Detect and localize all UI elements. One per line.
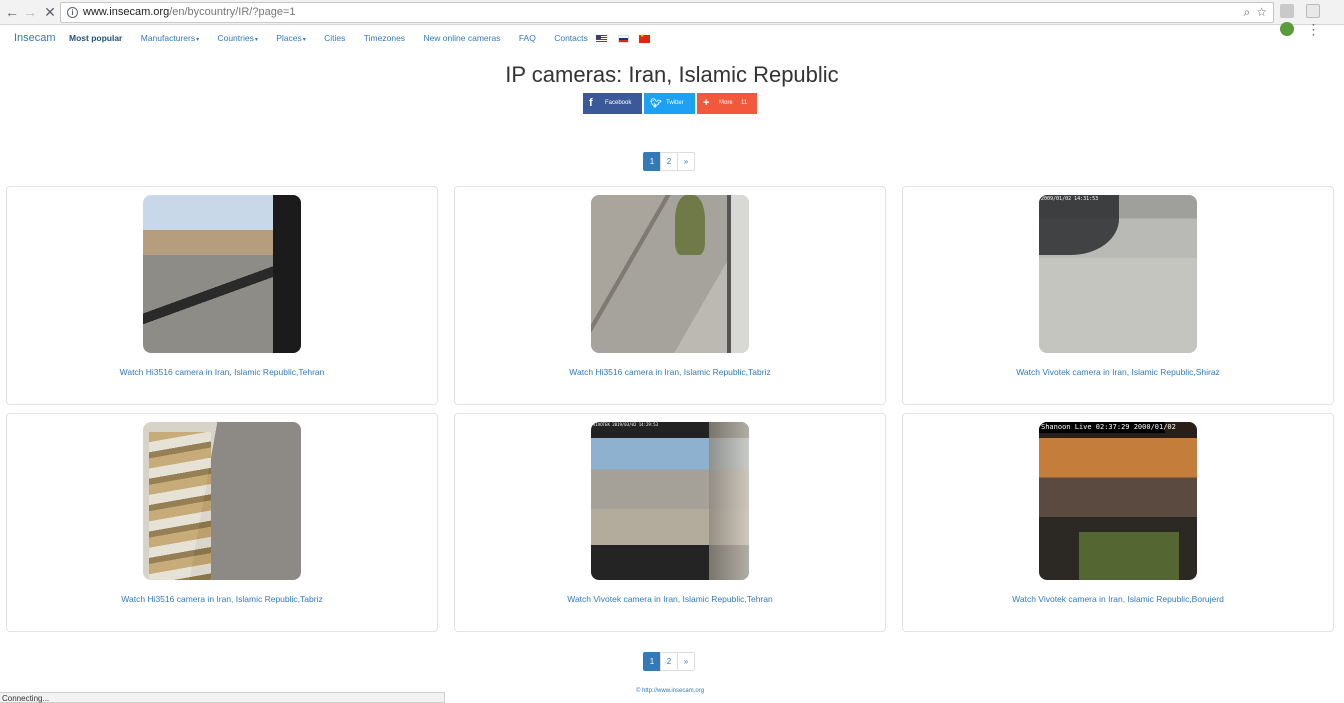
ru-flag-icon[interactable] — [617, 34, 629, 43]
camera-thumbnail[interactable]: VIVOTEK 2019/03/02 14:29:53 — [591, 422, 749, 580]
camera-card: Watch Hi3516 camera in Iran, Islamic Rep… — [6, 186, 438, 405]
camera-thumbnail[interactable] — [591, 195, 749, 353]
zoom-icon[interactable]: ⌕ — [1244, 5, 1251, 19]
url-text[interactable]: www.insecam.org/en/bycountry/IR/?page=1 — [83, 6, 295, 18]
nav-cities[interactable]: Cities — [324, 33, 345, 43]
camera-thumbnail[interactable]: Shanoon Live 02:37:29 2000/01/02 — [1039, 422, 1197, 580]
page-1-button[interactable]: 1 — [643, 652, 661, 671]
nav-countries[interactable]: Countries▾ — [217, 33, 257, 43]
cn-flag-icon[interactable] — [638, 33, 650, 43]
plus-icon: + — [703, 97, 710, 109]
nav-timezones[interactable]: Timezones — [364, 33, 405, 43]
nav-faq[interactable]: FAQ — [519, 33, 536, 43]
camera-thumbnail[interactable]: 2009/01/02 14:31:53 — [1039, 195, 1197, 353]
nav-countries-label: Countries — [217, 33, 254, 43]
camera-thumbnail[interactable] — [143, 422, 301, 580]
camera-link[interactable]: Watch Vivotek camera in Iran, Islamic Re… — [903, 367, 1333, 377]
caret-down-icon: ▾ — [302, 37, 306, 43]
page-title: IP cameras: Iran, Islamic Republic — [505, 62, 839, 87]
nav-contacts[interactable]: Contacts — [554, 33, 588, 43]
pagination-top: 1 2 » — [643, 152, 695, 171]
next-page-button[interactable]: » — [677, 152, 695, 171]
camera-link[interactable]: Watch Hi3516 camera in Iran, Islamic Rep… — [455, 367, 885, 377]
camera-timestamp: Shanoon Live 02:37:29 2000/01/02 — [1039, 422, 1176, 433]
nav-new-online-cameras[interactable]: New online cameras — [423, 33, 500, 43]
twitter-label: Twitter — [666, 100, 684, 106]
twitter-bird-icon: 🐦︎ — [650, 98, 662, 108]
site-navbar: Insecam Most popular Manufacturers▾ Coun… — [0, 26, 1344, 52]
address-bar[interactable]: i www.insecam.org/en/bycountry/IR/?page=… — [60, 2, 1274, 23]
forward-arrow-icon[interactable]: → — [22, 4, 38, 20]
nav-most-popular[interactable]: Most popular — [69, 33, 122, 43]
pagination-bottom: 1 2 » — [643, 652, 695, 671]
more-share-button[interactable]: + More 11 — [697, 93, 757, 114]
bookmark-star-icon[interactable]: ☆ — [1256, 5, 1267, 19]
browser-toolbar: ← → ✕ i www.insecam.org/en/bycountry/IR/… — [0, 0, 1344, 36]
page-2-button[interactable]: 2 — [660, 652, 678, 671]
camera-card: Shanoon Live 02:37:29 2000/01/02 Watch V… — [902, 413, 1334, 632]
camera-card: VIVOTEK 2019/03/02 14:29:53 Watch Vivote… — [454, 413, 886, 632]
camera-link[interactable]: Watch Hi3516 camera in Iran, Islamic Rep… — [7, 367, 437, 377]
camera-timestamp: VIVOTEK 2019/03/02 14:29:53 — [593, 422, 659, 427]
extension-icon[interactable] — [1280, 4, 1294, 18]
info-icon[interactable]: i — [67, 7, 78, 18]
url-host: www.insecam.org — [83, 6, 170, 18]
us-flag-icon[interactable] — [596, 34, 608, 43]
page-1-button[interactable]: 1 — [643, 152, 661, 171]
caret-down-icon: ▾ — [254, 37, 258, 43]
caret-down-icon: ▾ — [196, 37, 200, 43]
camera-link[interactable]: Watch Hi3516 camera in Iran, Islamic Rep… — [7, 594, 437, 604]
stop-loading-icon[interactable]: ✕ — [42, 4, 58, 20]
next-page-button[interactable]: » — [677, 652, 695, 671]
extension-icon[interactable] — [1306, 4, 1321, 18]
facebook-label: Facebook — [605, 100, 632, 106]
camera-card: Watch Hi3516 camera in Iran, Islamic Rep… — [454, 186, 886, 405]
more-label: More — [719, 100, 733, 106]
nav-places-label: Places — [276, 33, 302, 43]
camera-card: 2009/01/02 14:31:53 Watch Vivotek camera… — [902, 186, 1334, 405]
camera-link[interactable]: Watch Vivotek camera in Iran, Islamic Re… — [903, 594, 1333, 604]
brand-link[interactable]: Insecam — [14, 32, 56, 44]
facebook-share-button[interactable]: f Facebook — [583, 93, 642, 114]
url-path: /en/bycountry/IR/?page=1 — [169, 6, 296, 18]
page-2-button[interactable]: 2 — [660, 152, 678, 171]
camera-link[interactable]: Watch Vivotek camera in Iran, Islamic Re… — [455, 594, 885, 604]
nav-manufacturers-label: Manufacturers — [140, 33, 196, 43]
facebook-icon: f — [589, 97, 593, 109]
share-count: 11 — [741, 100, 748, 106]
status-bar: Connecting... — [0, 692, 445, 703]
camera-timestamp: 2009/01/02 14:31:53 — [1041, 196, 1099, 202]
nav-places[interactable]: Places▾ — [276, 33, 306, 43]
twitter-share-button[interactable]: 🐦︎ Twitter — [644, 93, 695, 114]
camera-thumbnail[interactable] — [143, 195, 301, 353]
camera-card: Watch Hi3516 camera in Iran, Islamic Rep… — [6, 413, 438, 632]
nav-manufacturers[interactable]: Manufacturers▾ — [141, 33, 199, 43]
back-arrow-icon[interactable]: ← — [4, 4, 20, 20]
